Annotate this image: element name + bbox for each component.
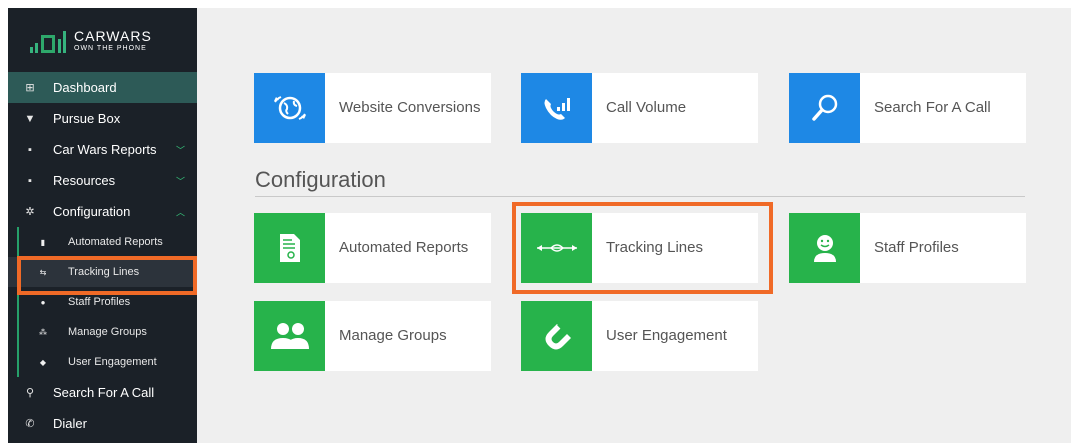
sidebar-item-label: Dialer bbox=[53, 416, 87, 431]
magnet-icon: ◆ bbox=[39, 357, 47, 367]
chevron-down-icon[interactable]: ﹀ bbox=[176, 174, 185, 187]
subnav-item-user-engagement[interactable]: ◆ User Engagement bbox=[8, 347, 197, 377]
section-divider bbox=[255, 196, 1025, 197]
magnet-icon bbox=[521, 301, 592, 371]
group-icon: ⁂ bbox=[39, 327, 47, 337]
tile-manage-groups[interactable]: Manage Groups bbox=[254, 301, 491, 371]
sidebar-item-label: Car Wars Reports bbox=[53, 142, 157, 157]
sidebar: CarWars Own The Phone ⊞ Dashboard ▼ Purs… bbox=[8, 8, 197, 443]
tile-label: Website Conversions bbox=[339, 99, 481, 116]
subnav-item-label: User Engagement bbox=[68, 356, 157, 368]
sidebar-item-pursue-box[interactable]: ▼ Pursue Box bbox=[8, 103, 197, 134]
subnav-item-label: Staff Profiles bbox=[68, 296, 131, 308]
phone-volume-icon bbox=[521, 73, 592, 143]
subnav-item-label: Manage Groups bbox=[68, 326, 147, 338]
tile-search-for-a-call[interactable]: Search For A Call bbox=[789, 73, 1026, 143]
gear-icon: ✲ bbox=[25, 206, 35, 218]
group-icon bbox=[254, 301, 325, 371]
subnav-item-staff-profiles[interactable]: ● Staff Profiles bbox=[8, 287, 197, 317]
tile-label: Staff Profiles bbox=[874, 239, 959, 256]
sidebar-item-dialer[interactable]: ✆ Dialer bbox=[8, 408, 197, 439]
tracking-icon: ⇆ bbox=[39, 267, 47, 277]
tile-staff-profiles[interactable]: Staff Profiles bbox=[789, 213, 1026, 283]
tile-user-engagement[interactable]: User Engagement bbox=[521, 301, 758, 371]
person-icon: ● bbox=[40, 297, 46, 307]
sidebar-item-search-for-a-call[interactable]: ⚲ Search For A Call bbox=[8, 377, 197, 408]
subnav-item-label: Automated Reports bbox=[68, 236, 163, 248]
grid-icon: ⊞ bbox=[25, 82, 35, 94]
tile-label: Automated Reports bbox=[339, 239, 469, 256]
search-icon: ⚲ bbox=[25, 387, 35, 399]
sidebar-item-label: Search For A Call bbox=[53, 385, 155, 400]
tile-label: Tracking Lines bbox=[606, 239, 703, 256]
logo-subtitle: Own The Phone bbox=[74, 45, 147, 52]
tile-tracking-lines[interactable]: Tracking Lines bbox=[521, 213, 758, 283]
sidebar-item-configuration[interactable]: ✲ Configuration ︿ bbox=[8, 196, 197, 227]
tile-label: Search For A Call bbox=[874, 99, 991, 116]
phone-icon: ✆ bbox=[25, 418, 35, 430]
tile-label: User Engagement bbox=[606, 327, 727, 344]
main-content: Website Conversions Call Volume Search F… bbox=[197, 8, 1071, 443]
chart-icon: ▪ bbox=[28, 143, 32, 156]
search-icon bbox=[789, 73, 860, 143]
document-icon: ▮ bbox=[40, 237, 46, 247]
subnav-item-automated-reports[interactable]: ▮ Automated Reports bbox=[8, 227, 197, 257]
tile-automated-reports[interactable]: Automated Reports bbox=[254, 213, 491, 283]
subnav-item-manage-groups[interactable]: ⁂ Manage Groups bbox=[8, 317, 197, 347]
sidebar-item-dashboard[interactable]: ⊞ Dashboard bbox=[8, 72, 197, 103]
sidebar-item-car-wars-reports[interactable]: ▪ Car Wars Reports ﹀ bbox=[8, 134, 197, 165]
document-icon bbox=[254, 213, 325, 283]
configuration-subnav: ▮ Automated Reports ⇆ Tracking Lines ● S… bbox=[8, 227, 197, 377]
sidebar-item-label: Configuration bbox=[53, 204, 131, 219]
subnav-item-label: Tracking Lines bbox=[68, 266, 140, 278]
sidebar-item-label: Pursue Box bbox=[53, 111, 121, 126]
tracking-icon bbox=[521, 213, 592, 283]
logo[interactable]: CarWars Own The Phone bbox=[8, 8, 197, 72]
tile-call-volume[interactable]: Call Volume bbox=[521, 73, 758, 143]
section-title: Configuration bbox=[255, 167, 386, 192]
box-icon: ▼ bbox=[24, 112, 36, 125]
chart-icon: ▪ bbox=[28, 174, 32, 187]
sidebar-item-label: Resources bbox=[53, 173, 116, 188]
smiley-person-icon bbox=[789, 213, 860, 283]
tile-website-conversions[interactable]: Website Conversions bbox=[254, 73, 491, 143]
tile-label: Call Volume bbox=[606, 99, 687, 116]
tile-label: Manage Groups bbox=[339, 327, 447, 344]
subnav-item-tracking-lines[interactable]: ⇆ Tracking Lines bbox=[8, 257, 197, 287]
chevron-down-icon[interactable]: ﹀ bbox=[176, 143, 185, 156]
chevron-up-icon[interactable]: ︿ bbox=[176, 205, 185, 218]
logo-mark-icon bbox=[30, 27, 66, 53]
sidebar-item-resources[interactable]: ▪ Resources ﹀ bbox=[8, 165, 197, 196]
logo-title: CarWars bbox=[74, 28, 152, 44]
globe-refresh-icon bbox=[254, 73, 325, 143]
sidebar-item-label: Dashboard bbox=[53, 80, 117, 95]
